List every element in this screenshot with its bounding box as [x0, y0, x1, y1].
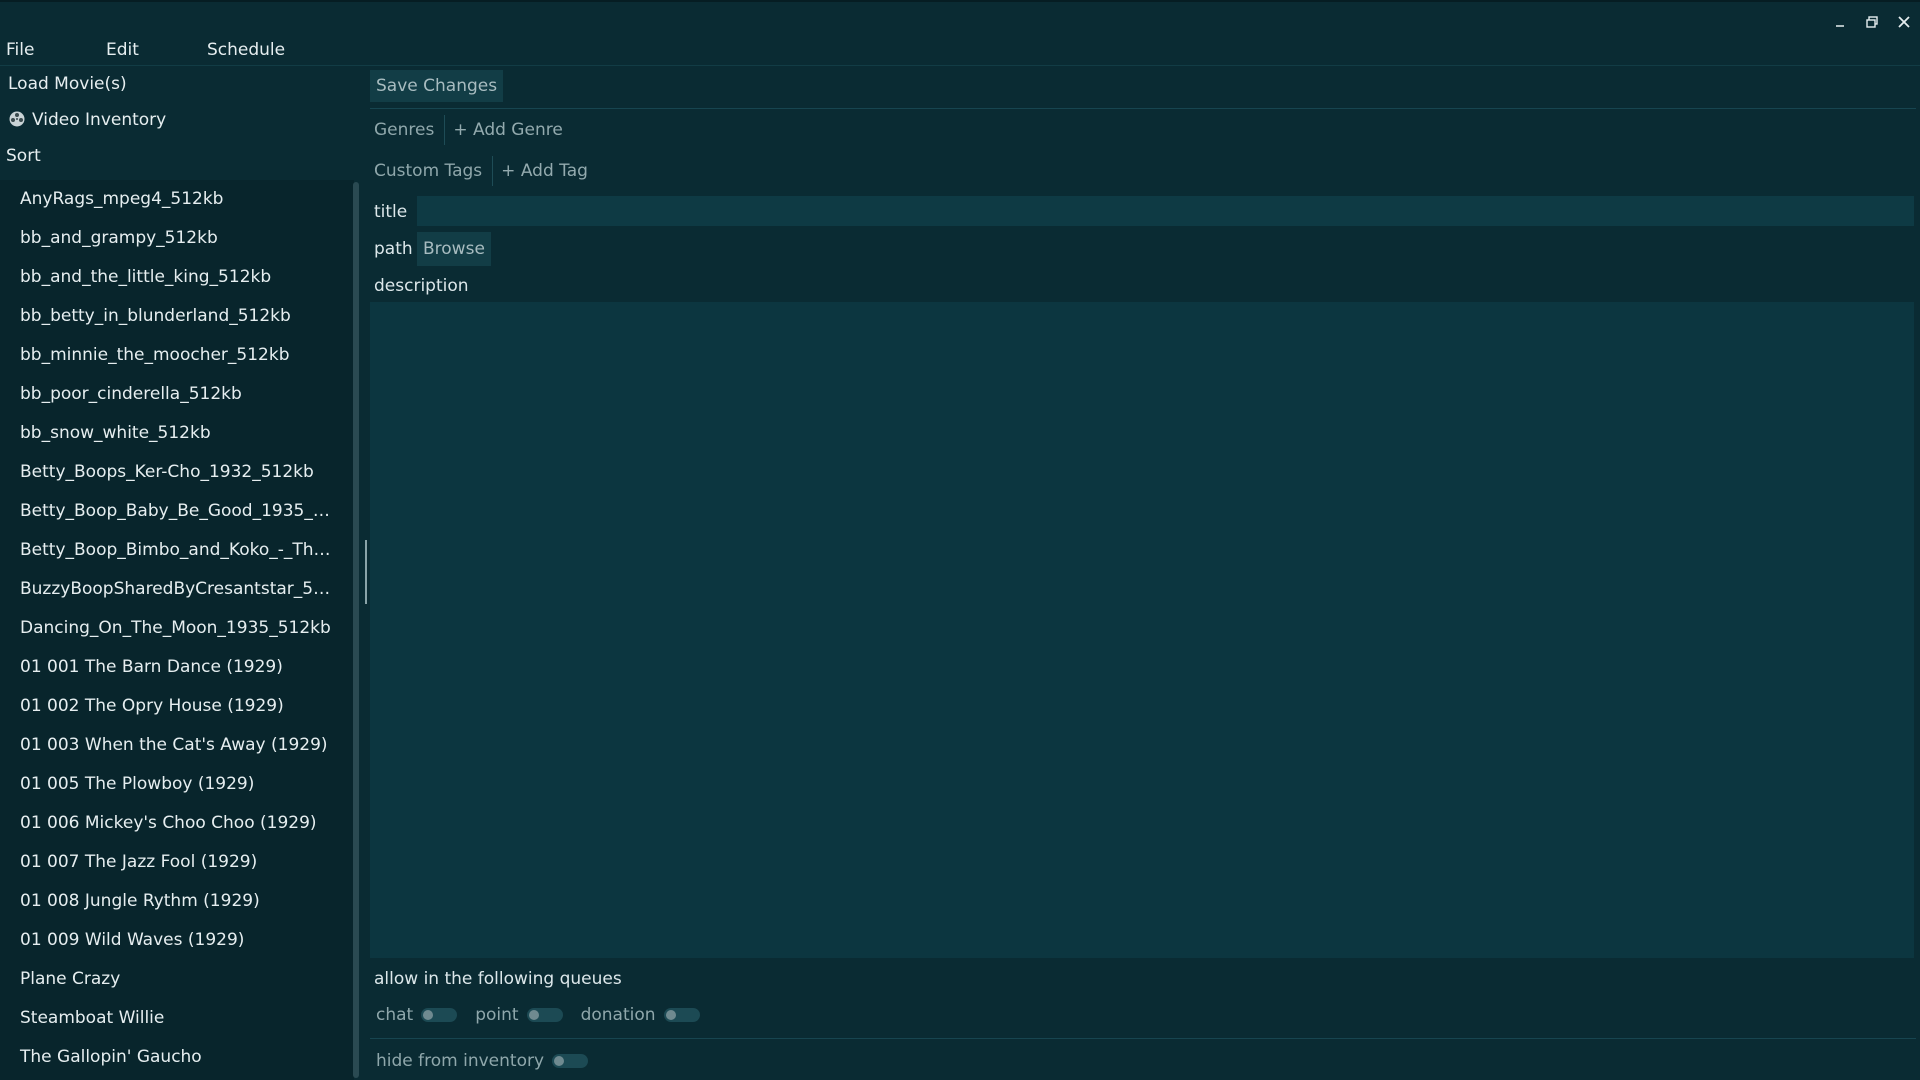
- switch-knob: [554, 1056, 565, 1066]
- queue-toggle-donation: donation: [581, 1005, 700, 1025]
- menu-edit[interactable]: Edit: [106, 38, 139, 64]
- description-label: description: [374, 276, 469, 296]
- pane-splitter-handle[interactable]: [365, 540, 367, 604]
- movie-list-item[interactable]: Betty_Boops_Ker-Cho_1932_512kb: [0, 453, 340, 492]
- toolbar-divider: [370, 108, 1916, 109]
- window-controls: [1824, 10, 1920, 34]
- queue-donation-switch[interactable]: [663, 1008, 700, 1022]
- movie-list-item[interactable]: 01 008 Jungle Rythm (1929): [0, 882, 340, 921]
- movie-list-item[interactable]: Dancing_On_The_Moon_1935_512kb: [0, 609, 340, 648]
- movie-list-item[interactable]: Steamboat Willie: [0, 999, 340, 1038]
- queue-toggle-chat: chat: [376, 1005, 458, 1025]
- list-scrollbar[interactable]: [353, 182, 359, 1078]
- add-genre-button[interactable]: + Add Genre: [453, 120, 562, 140]
- movie-list: AnyRags_mpeg4_512kb bb_and_grampy_512kb bb…: [0, 180, 354, 1080]
- bottom-divider: [370, 1038, 1916, 1039]
- minimize-icon[interactable]: [1824, 10, 1856, 34]
- queue-chat-switch[interactable]: [421, 1008, 458, 1022]
- window-top-edge: [0, 0, 1920, 2]
- title-input[interactable]: [417, 196, 1914, 226]
- menu-schedule[interactable]: Schedule: [207, 38, 285, 64]
- movie-list-item[interactable]: bb_and_the_little_king_512kb: [0, 258, 340, 297]
- add-tag-button[interactable]: + Add Tag: [501, 161, 588, 181]
- restore-icon[interactable]: [1856, 10, 1888, 34]
- queue-chat-label: chat: [376, 1005, 414, 1025]
- genres-label: Genres: [374, 120, 435, 140]
- menu-file[interactable]: File: [6, 38, 34, 64]
- genres-row: Genres + Add Genre: [370, 114, 563, 146]
- sort-button[interactable]: Sort: [0, 139, 356, 173]
- path-row: path Browse: [370, 232, 1916, 266]
- switch-knob: [423, 1010, 434, 1020]
- movie-list-item[interactable]: Betty_Boop_Bimbo_and_Koko_-_The_Bet...: [0, 531, 340, 570]
- movie-list-item[interactable]: 01 003 When the Cat's Away (1929): [0, 726, 340, 765]
- queue-toggles: chat point donation: [376, 1000, 718, 1030]
- movie-list-item[interactable]: 01 005 The Plowboy (1929): [0, 765, 340, 804]
- movie-list-item[interactable]: AnyRags_mpeg4_512kb: [0, 180, 340, 219]
- movie-list-item[interactable]: 01 001 The Barn Dance (1929): [0, 648, 340, 687]
- movie-list-item[interactable]: BuzzyBoopSharedByCresantstar_512kb: [0, 570, 340, 609]
- save-changes-button[interactable]: Save Changes: [370, 70, 504, 102]
- movie-list-item[interactable]: 01 006 Mickey's Choo Choo (1929): [0, 804, 340, 843]
- video-inventory-button[interactable]: Video Inventory: [0, 103, 358, 137]
- movie-list-item[interactable]: bb_poor_cinderella_512kb: [0, 375, 340, 414]
- hide-from-inventory-label: hide from inventory: [376, 1051, 545, 1071]
- title-label: title: [374, 202, 408, 222]
- hide-toggle: hide from inventory: [376, 1051, 589, 1071]
- menu-bar: File Edit Schedule: [0, 38, 1920, 66]
- path-label: path: [374, 239, 413, 259]
- hide-from-inventory-switch[interactable]: [552, 1054, 589, 1068]
- custom-tags-divider: [492, 156, 494, 186]
- title-row: title: [370, 196, 1916, 228]
- movie-list-item[interactable]: bb_betty_in_blunderland_512kb: [0, 297, 340, 336]
- editor-panel: Save Changes Genres + Add Genre Custom T…: [370, 66, 1916, 1080]
- custom-tags-label: Custom Tags: [374, 161, 483, 181]
- movie-list-item[interactable]: bb_snow_white_512kb: [0, 414, 340, 453]
- queue-toggle-point: point: [475, 1005, 563, 1025]
- queue-donation-label: donation: [580, 1005, 656, 1025]
- queues-label: allow in the following queues: [374, 969, 622, 989]
- description-textarea[interactable]: [370, 302, 1914, 958]
- custom-tags-row: Custom Tags + Add Tag: [370, 155, 588, 187]
- close-icon[interactable]: [1888, 10, 1920, 34]
- video-inventory-label: Video Inventory: [32, 110, 167, 130]
- movie-list-item[interactable]: 01 009 Wild Waves (1929): [0, 921, 340, 960]
- movie-list-item[interactable]: Plane Crazy: [0, 960, 340, 999]
- movie-list-item[interactable]: bb_minnie_the_moocher_512kb: [0, 336, 340, 375]
- browse-button[interactable]: Browse: [417, 232, 491, 266]
- queue-point-switch[interactable]: [526, 1008, 563, 1022]
- sidebar: Load Movie(s) Video Inventory Sort AnyRa…: [0, 66, 362, 1080]
- load-movies-button[interactable]: Load Movie(s): [0, 67, 358, 101]
- movie-list-item[interactable]: 01 007 The Jazz Fool (1929): [0, 843, 340, 882]
- movie-list-item[interactable]: The Gallopin' Gaucho: [0, 1038, 340, 1077]
- genres-divider: [444, 115, 446, 145]
- hide-from-inventory-row: hide from inventory: [376, 1046, 606, 1076]
- switch-knob: [528, 1010, 539, 1020]
- queue-point-label: point: [475, 1005, 519, 1025]
- movie-list-item[interactable]: bb_and_grampy_512kb: [0, 219, 340, 258]
- switch-knob: [665, 1010, 676, 1020]
- movie-list-item[interactable]: Betty_Boop_Baby_Be_Good_1935_512kb: [0, 492, 340, 531]
- film-reel-icon: [8, 106, 26, 127]
- movie-list-item[interactable]: 01 002 The Opry House (1929): [0, 687, 340, 726]
